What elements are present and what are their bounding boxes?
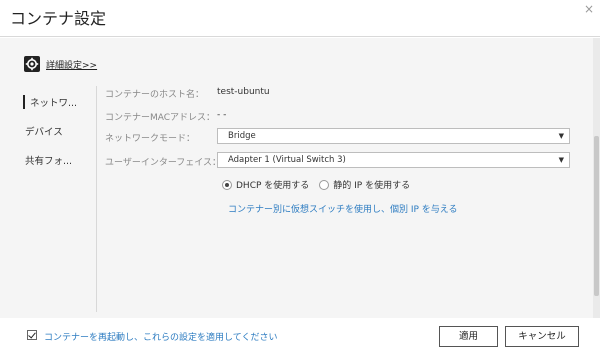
ip-mode-radio-group: DHCP を使用する 静的 IP を使用する (222, 178, 410, 191)
chevron-down-icon: ▼ (558, 132, 564, 140)
cancel-button[interactable]: キャンセル (505, 326, 579, 347)
close-icon[interactable]: × (584, 2, 594, 16)
scrollbar-thumb[interactable] (594, 136, 599, 296)
tab-devices[interactable]: デバイス (25, 124, 63, 138)
chevron-down-icon: ▼ (558, 156, 564, 164)
user-interface-value: Adapter 1 (Virtual Switch 3) (228, 155, 346, 165)
network-mode-value: Bridge (228, 131, 256, 141)
dialog-title: コンテナ設定 (10, 9, 107, 28)
apply-restart-label[interactable]: コンテナーを再起動し、これらの設定を適用してください (44, 330, 277, 343)
gear-icon (24, 56, 40, 72)
tab-shared-folders[interactable]: 共有フォ... (25, 153, 72, 167)
dhcp-radio-label[interactable]: DHCP を使用する (236, 178, 309, 191)
sidebar-divider (96, 86, 97, 312)
user-interface-label: ユーザーインターフェイス： (105, 158, 222, 168)
scrollbar[interactable] (593, 38, 600, 318)
virtual-switch-link[interactable]: コンテナー別に仮想スイッチを使用し、個別 IP を与える (228, 202, 458, 215)
tab-network[interactable]: ネットワ... (23, 95, 77, 109)
mac-address-value: - - (217, 110, 227, 120)
dialog-footer: コンテナーを再起動し、これらの設定を適用してください 適用 キャンセル (0, 318, 600, 363)
network-mode-label: ネットワークモード： (105, 134, 196, 144)
user-interface-select[interactable]: Adapter 1 (Virtual Switch 3) ▼ (217, 152, 570, 168)
network-mode-select[interactable]: Bridge ▼ (217, 128, 570, 144)
dhcp-radio[interactable] (222, 179, 232, 190)
host-name-label: コンテナーのホスト名： (105, 90, 205, 100)
advanced-settings-link[interactable]: 詳細設定>> (46, 58, 97, 71)
apply-restart-checkbox[interactable] (27, 330, 37, 340)
apply-button[interactable]: 適用 (439, 326, 498, 347)
advanced-settings-row: 詳細設定>> (24, 56, 97, 72)
mac-address-label: コンテナーMACアドレス： (105, 113, 216, 123)
static-ip-radio-label[interactable]: 静的 IP を使用する (333, 178, 410, 191)
dialog-header: コンテナ設定 × (0, 0, 600, 37)
static-ip-radio[interactable] (319, 179, 330, 190)
host-name-value: test-ubuntu (217, 87, 270, 97)
